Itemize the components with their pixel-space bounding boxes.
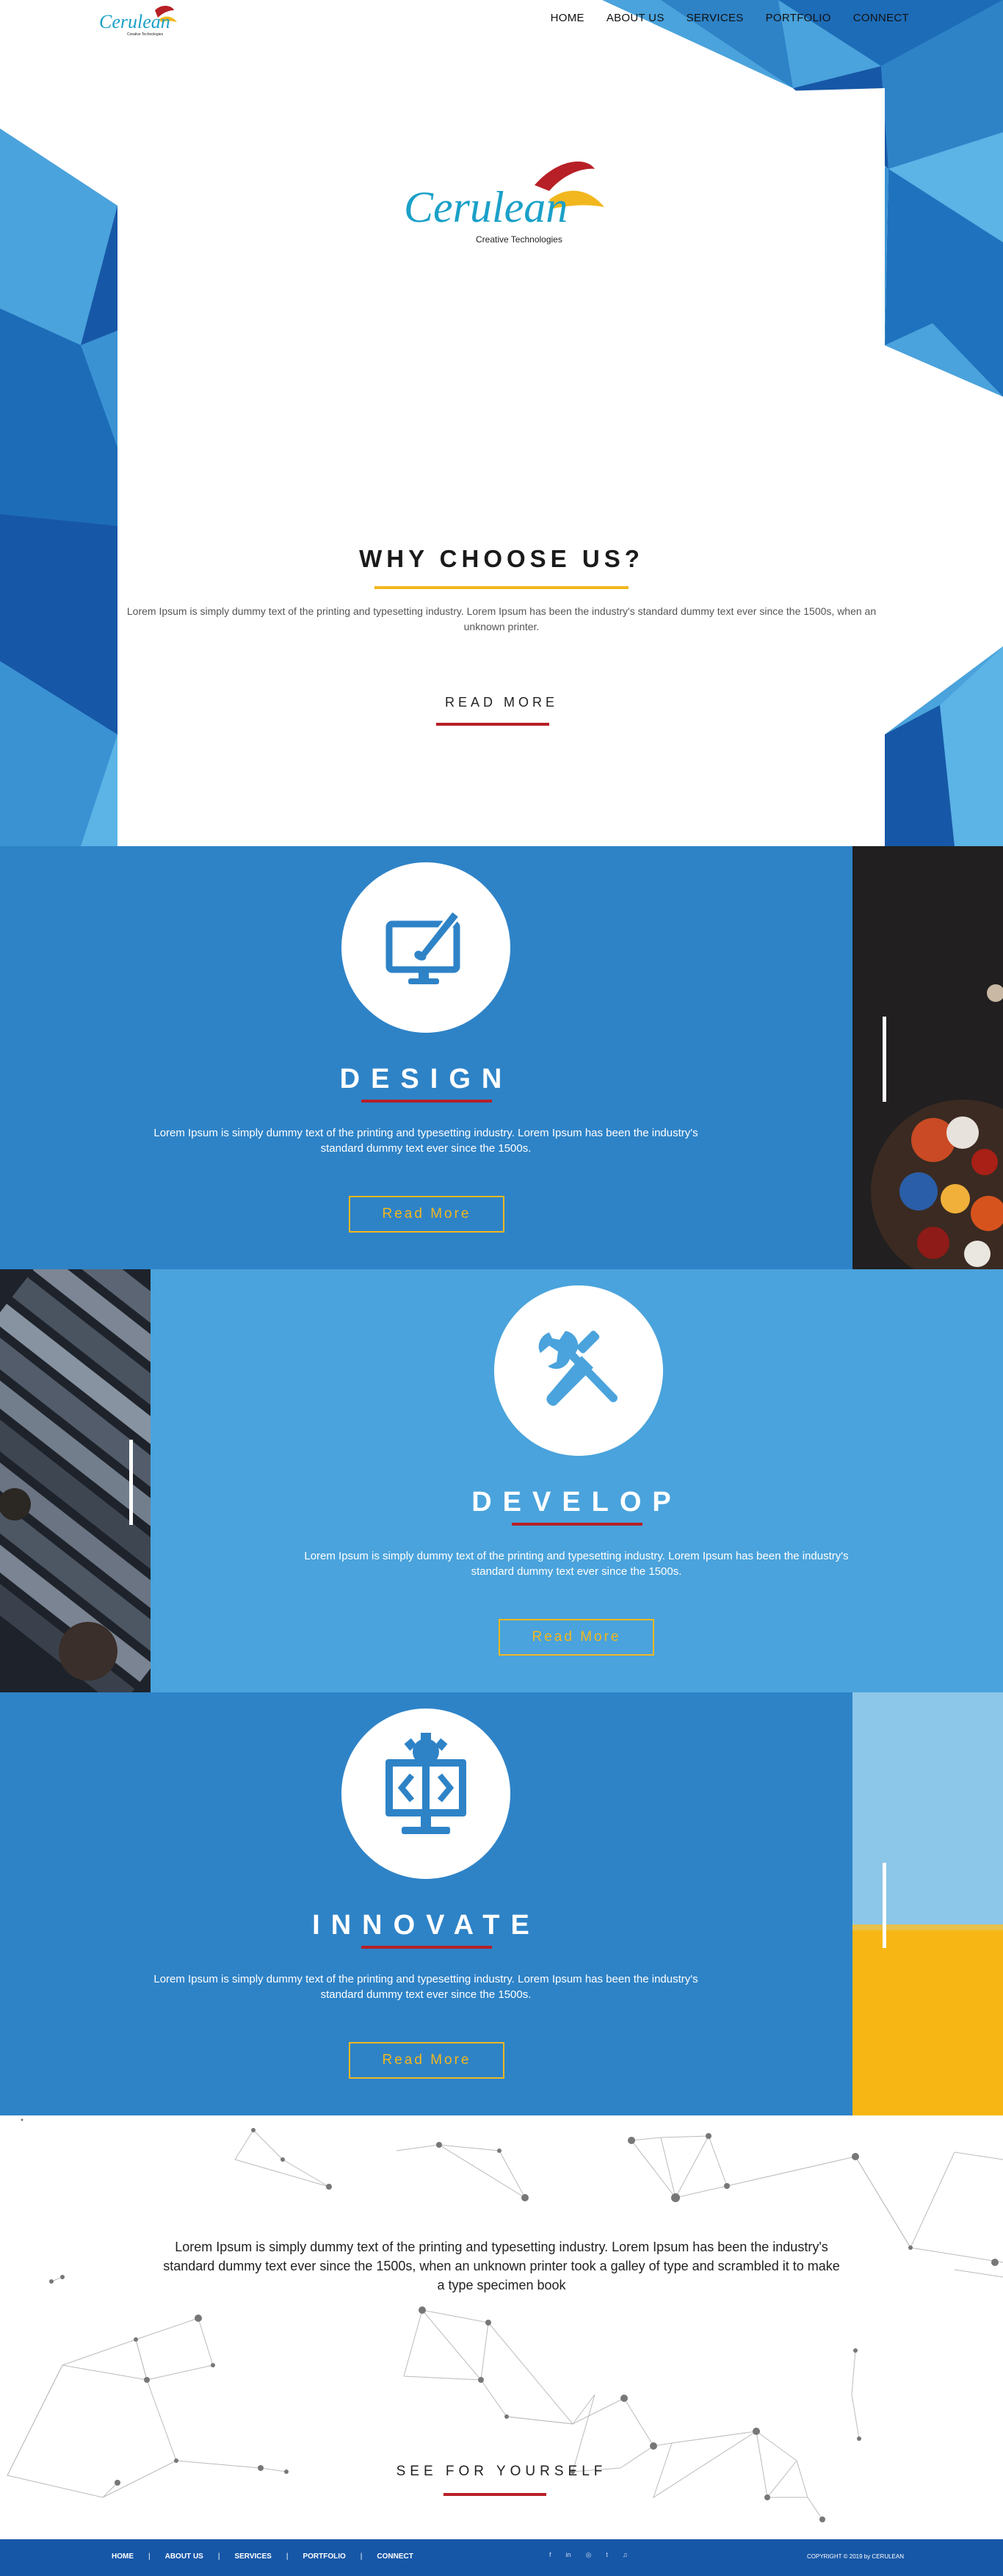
- develop-text: Lorem Ipsum is simply dummy text of the …: [304, 1550, 849, 1578]
- why-choose-text: Lorem Ipsum is simply dummy text of the …: [126, 605, 877, 632]
- nav-about-us[interactable]: ABOUT US: [606, 12, 665, 24]
- footer: HOME | ABOUT US | SERVICES | PORTFOLIO |…: [0, 2539, 1003, 2576]
- nav-services[interactable]: SERVICES: [687, 12, 744, 24]
- see-for-yourself-underline: [443, 2493, 546, 2496]
- nav-connect[interactable]: CONNECT: [853, 12, 909, 24]
- design-read-more-button[interactable]: Read More: [349, 1196, 504, 1233]
- why-choose-title: WHY CHOOSE US?: [359, 545, 644, 572]
- footer-separator: |: [360, 2552, 363, 2561]
- nav-portfolio[interactable]: PORTFOLIO: [766, 12, 831, 24]
- footer-nav: HOME | ABOUT US | SERVICES | PORTFOLIO |…: [112, 2552, 413, 2561]
- read-more-underline: [436, 723, 549, 726]
- innovate-read-more-button[interactable]: Read More: [349, 2042, 504, 2079]
- hero-read-more-link[interactable]: READ MORE: [0, 695, 1003, 710]
- svg-text:Cerulean: Cerulean: [404, 183, 568, 231]
- innovate-title: INNOVATE: [312, 1910, 540, 1941]
- footer-separator: |: [148, 2552, 151, 2561]
- nav-menu: HOME ABOUT US SERVICES PORTFOLIO CONNECT: [551, 12, 909, 24]
- instagram-icon[interactable]: ◎: [586, 2551, 592, 2559]
- footer-about-us[interactable]: ABOUT US: [165, 2552, 203, 2561]
- photo-divider-bar: [883, 1017, 886, 1102]
- footer-home[interactable]: HOME: [112, 2552, 134, 2561]
- monitor-brush-icon: [385, 909, 462, 984]
- copyright-text: COPYRIGHT © 2019 by CERULEAN: [806, 2553, 904, 2560]
- develop-title: DEVELOP: [471, 1487, 682, 1518]
- svg-text:Creative Technologies: Creative Technologies: [127, 32, 164, 37]
- music-icon[interactable]: ♫: [623, 2551, 628, 2559]
- twitter-icon[interactable]: t: [606, 2551, 608, 2559]
- photo-divider-bar: [129, 1440, 133, 1525]
- develop-title-underline: [512, 1523, 642, 1526]
- network-section: Lorem Ipsum is simply dummy text of the …: [0, 2115, 1003, 2539]
- service-design: DESIGN Lorem Ipsum is simply dummy text …: [0, 846, 1003, 1269]
- wrench-screwdriver-icon: [538, 1330, 618, 1406]
- top-navbar: Cerulean Creative Technologies HOME ABOU…: [0, 0, 1003, 38]
- svg-text:Creative Technologies: Creative Technologies: [476, 234, 562, 245]
- innovate-title-underline: [361, 1946, 492, 1949]
- design-icon-circle: [341, 862, 510, 1033]
- facebook-icon[interactable]: f: [549, 2551, 551, 2559]
- polygon-background: [0, 0, 1003, 846]
- service-develop: DEVELOP Lorem Ipsum is simply dummy text…: [0, 1269, 1003, 1692]
- service-innovate: INNOVATE Lorem Ipsum is simply dummy tex…: [0, 1692, 1003, 2115]
- service-photo-sky: [852, 1692, 1003, 2115]
- svg-text:Cerulean: Cerulean: [99, 11, 170, 32]
- footer-services[interactable]: SERVICES: [234, 2552, 271, 2561]
- see-for-yourself-link[interactable]: SEE FOR YOURSELF: [0, 2464, 1003, 2480]
- nav-home[interactable]: HOME: [551, 12, 584, 24]
- service-photo-paint: [852, 846, 1003, 1269]
- why-title-underline: [374, 586, 629, 589]
- hero-section: Cerulean Creative Technologies WHY CHOOS…: [0, 0, 1003, 846]
- footer-separator: |: [217, 2552, 220, 2561]
- design-text: Lorem Ipsum is simply dummy text of the …: [153, 1127, 698, 1155]
- nav-logo[interactable]: Cerulean Creative Technologies: [98, 4, 178, 37]
- design-title-underline: [361, 1100, 492, 1103]
- photo-divider-bar: [883, 1863, 886, 1948]
- service-photo-metal: [0, 1269, 151, 1692]
- gear-code-monitor-icon: [385, 1733, 466, 1834]
- develop-icon-circle: [494, 1285, 663, 1456]
- design-title: DESIGN: [339, 1064, 513, 1094]
- footer-portfolio[interactable]: PORTFOLIO: [303, 2552, 345, 2561]
- innovate-text: Lorem Ipsum is simply dummy text of the …: [153, 1973, 698, 2001]
- develop-read-more-button[interactable]: Read More: [499, 1619, 654, 1656]
- linkedin-icon[interactable]: in: [566, 2551, 571, 2559]
- footer-connect[interactable]: CONNECT: [377, 2552, 413, 2561]
- hero-logo: Cerulean Creative Technologies: [402, 156, 611, 251]
- footer-social: f in ◎ t ♫: [549, 2551, 628, 2559]
- network-text: Lorem Ipsum is simply dummy text of the …: [163, 2240, 840, 2292]
- innovate-icon-circle: [341, 1709, 510, 1879]
- footer-separator: |: [286, 2552, 289, 2561]
